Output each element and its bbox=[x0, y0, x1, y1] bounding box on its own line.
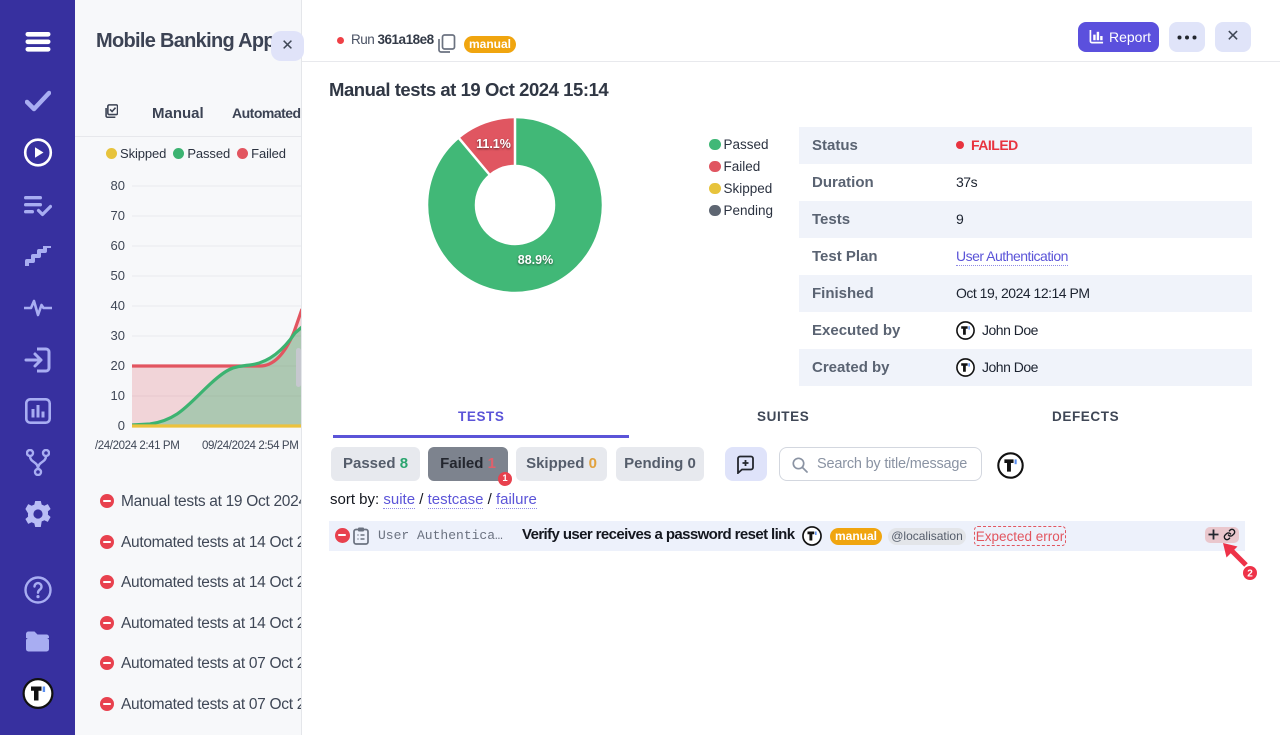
svg-text:2: 2 bbox=[1247, 569, 1253, 580]
svg-text:88.9%: 88.9% bbox=[518, 253, 553, 267]
svg-text:11.1%: 11.1% bbox=[476, 137, 511, 151]
